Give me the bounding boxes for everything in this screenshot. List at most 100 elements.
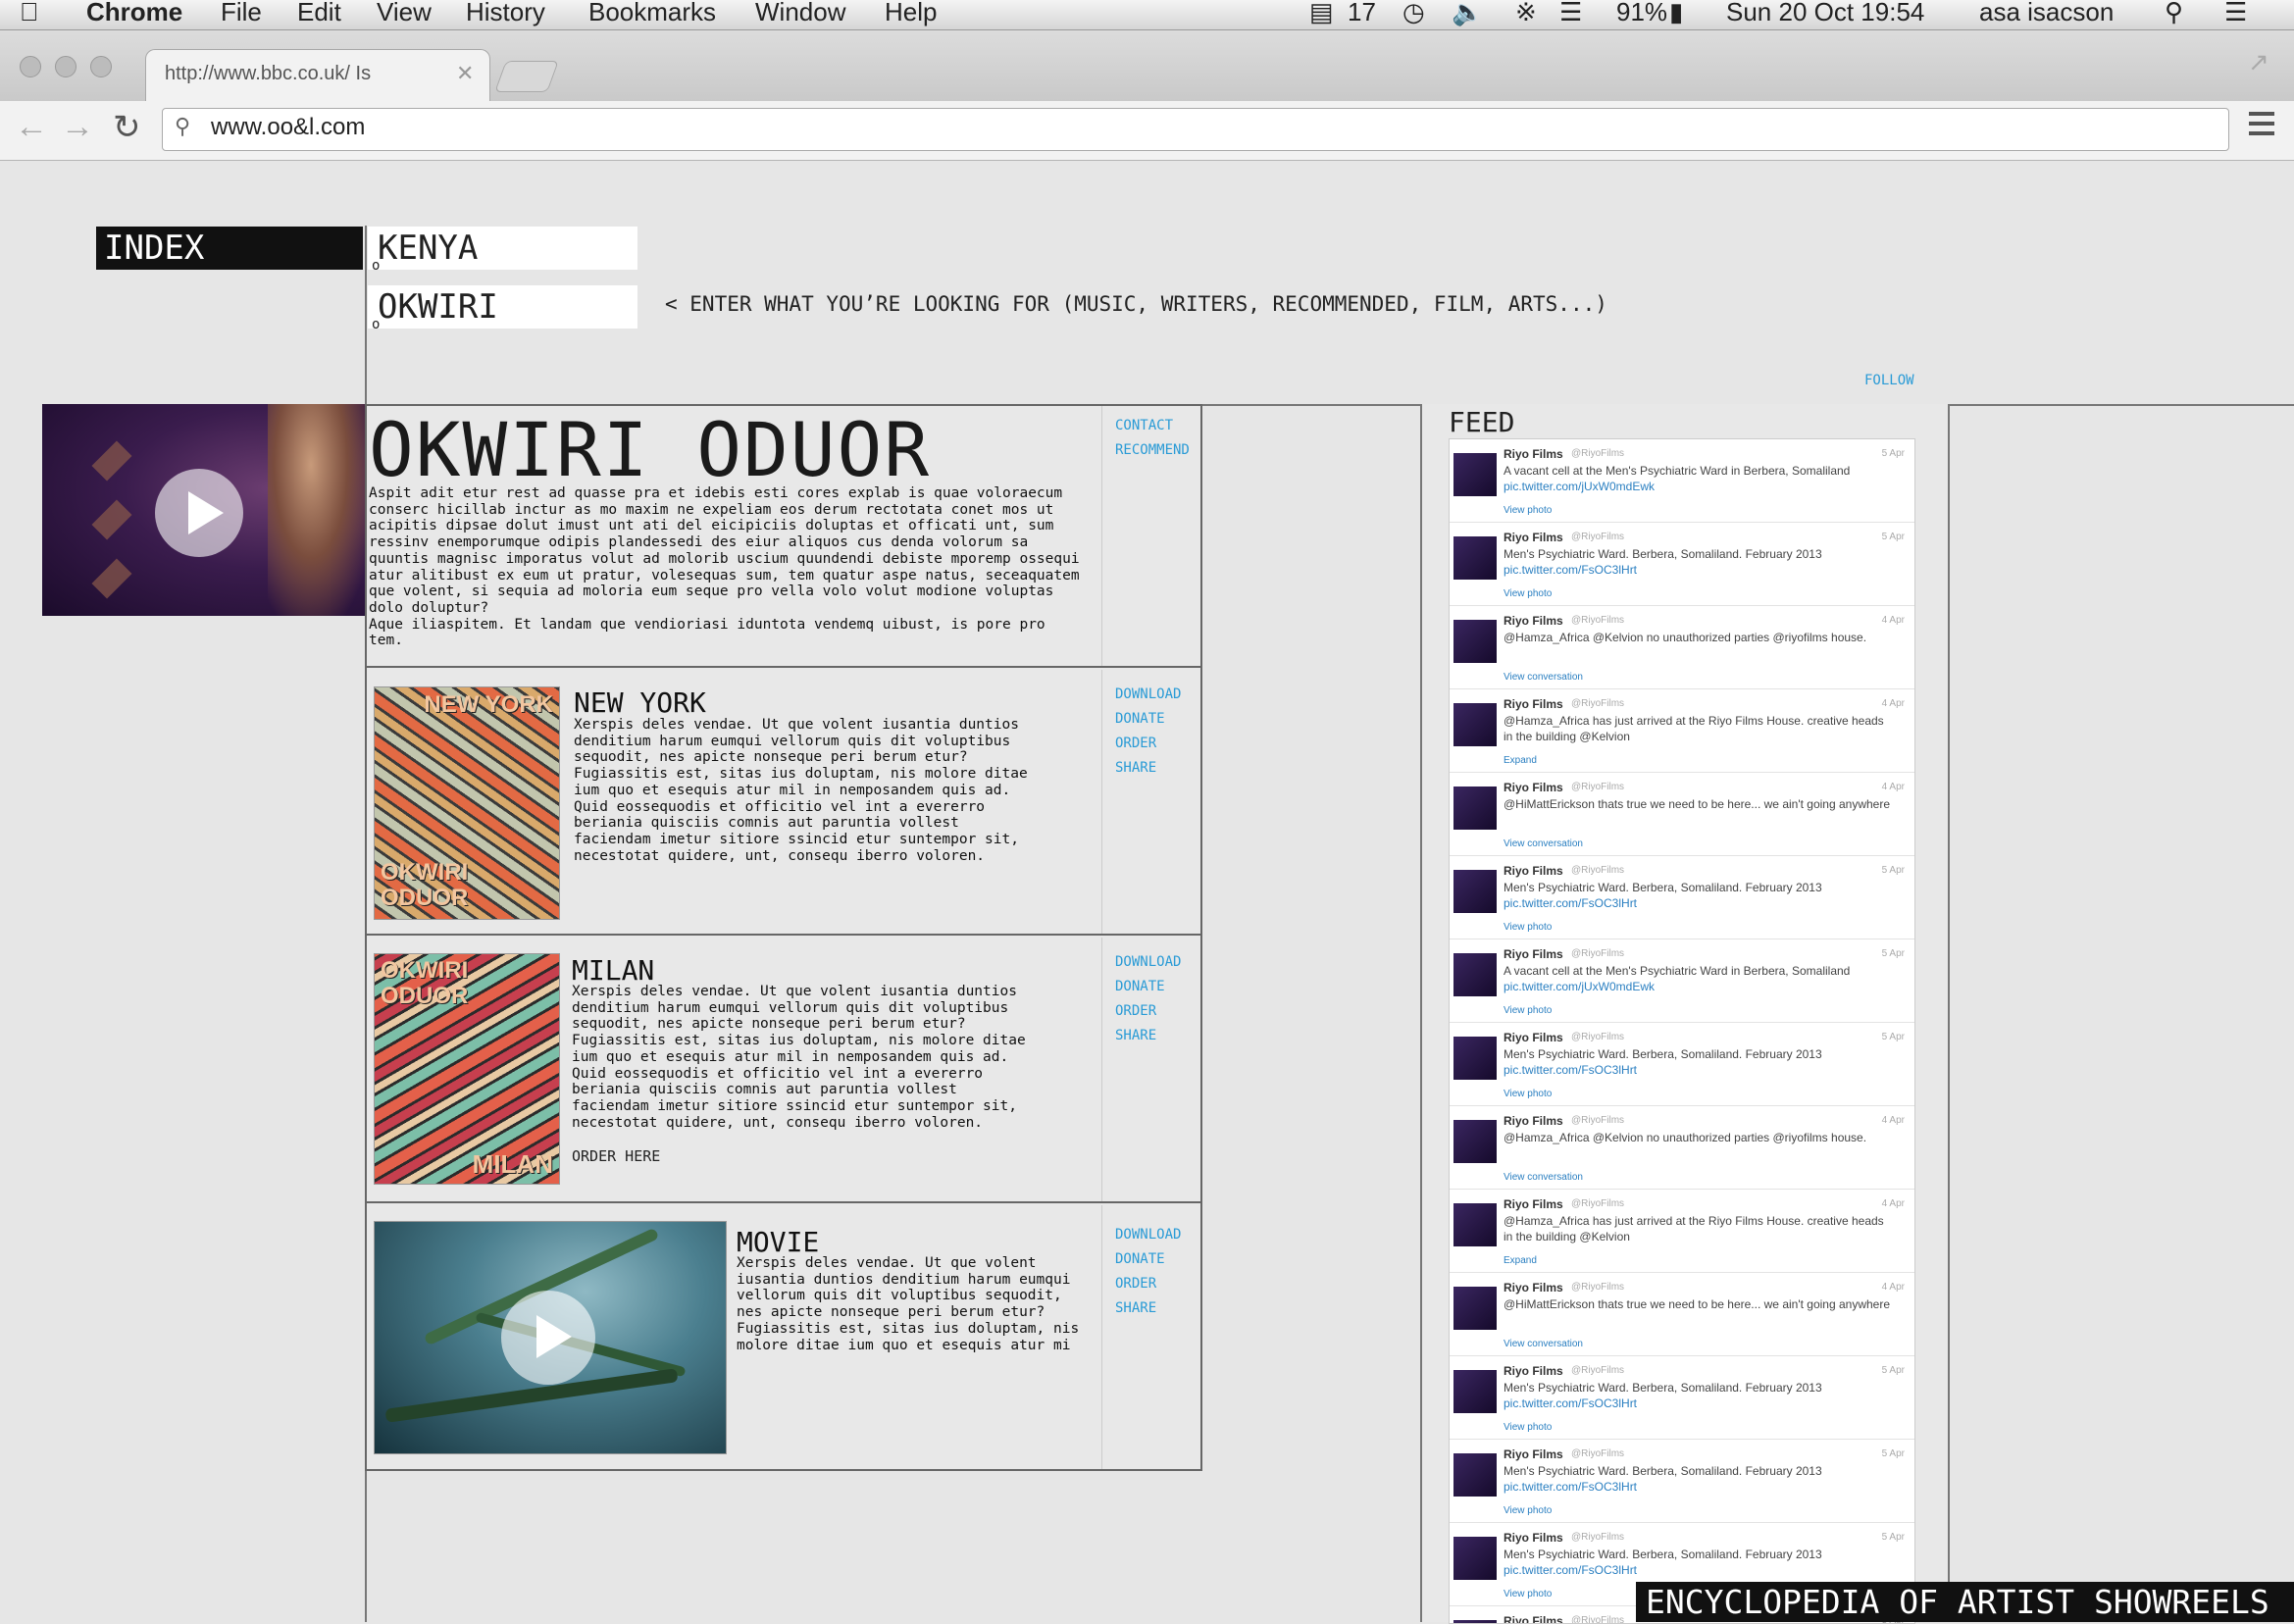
clock[interactable]: Sun 20 Oct 19:54	[1726, 0, 1924, 27]
order-link[interactable]: ORDER	[1115, 999, 1181, 1024]
tweet-date[interactable]: 5 Apr	[1882, 1532, 1905, 1543]
tweet-handle[interactable]: @RiyoFilms	[1571, 782, 1624, 792]
tweet-date[interactable]: 5 Apr	[1882, 448, 1905, 459]
avatar[interactable]	[1453, 870, 1497, 913]
tweet-action[interactable]: View photo	[1504, 505, 1552, 516]
tweet-action[interactable]: View photo	[1504, 1505, 1552, 1516]
tweet[interactable]: Riyo Films @RiyoFilms 5 Apr Men's Psychiatr…	[1450, 1440, 1914, 1523]
tweet-handle[interactable]: @RiyoFilms	[1571, 1615, 1624, 1623]
download-link[interactable]: DOWNLOAD	[1115, 950, 1181, 975]
tweet-handle[interactable]: @RiyoFilms	[1571, 1198, 1624, 1209]
tweet-action[interactable]: View photo	[1504, 1005, 1552, 1016]
tweet-date[interactable]: 4 Apr	[1882, 1282, 1905, 1293]
avatar[interactable]	[1453, 1620, 1497, 1623]
close-window-icon[interactable]	[20, 56, 41, 77]
tweet-author[interactable]: Riyo Films	[1504, 1614, 1563, 1623]
avatar[interactable]	[1453, 1037, 1497, 1080]
tweet-action[interactable]: View photo	[1504, 1422, 1552, 1433]
tweet-author[interactable]: Riyo Films	[1504, 1364, 1563, 1378]
tweet-author[interactable]: Riyo Films	[1504, 864, 1563, 878]
tweet-action[interactable]: View conversation	[1504, 1172, 1583, 1183]
minimize-window-icon[interactable]	[55, 56, 76, 77]
tweet-link[interactable]: pic.twitter.com/FsOC3lHrt	[1504, 896, 1637, 910]
notification-icon[interactable]: ☰	[2224, 0, 2247, 27]
tweet-author[interactable]: Riyo Films	[1504, 1031, 1563, 1044]
tweet-date[interactable]: 5 Apr	[1882, 532, 1905, 542]
bluetooth-icon[interactable]: ※	[1515, 0, 1537, 27]
tweet-link[interactable]: pic.twitter.com/FsOC3lHrt	[1504, 1563, 1637, 1577]
download-link[interactable]: DOWNLOAD	[1115, 1223, 1181, 1247]
tweet-action[interactable]: View photo	[1504, 1589, 1552, 1599]
avatar[interactable]	[1453, 1537, 1497, 1580]
tweet-handle[interactable]: @RiyoFilms	[1571, 615, 1624, 626]
avatar[interactable]	[1453, 953, 1497, 996]
tweet-action[interactable]: View conversation	[1504, 1339, 1583, 1349]
tweet-handle[interactable]: @RiyoFilms	[1571, 948, 1624, 959]
follow-link[interactable]: FOLLOW	[1864, 373, 1914, 388]
wifi-icon[interactable]: ☰	[1559, 0, 1582, 27]
tweet-link[interactable]: pic.twitter.com/FsOC3lHrt	[1504, 563, 1637, 577]
forward-icon[interactable]: →	[61, 108, 94, 146]
twitter-feed[interactable]: Riyo Films @RiyoFilms 5 Apr A vacant cell a…	[1449, 438, 1915, 1624]
spotlight-icon[interactable]: ⚲	[2165, 0, 2183, 27]
menu-help[interactable]: Help	[885, 0, 937, 27]
tweet-author[interactable]: Riyo Films	[1504, 697, 1563, 711]
order-link[interactable]: ORDER	[1115, 1272, 1181, 1296]
avatar[interactable]	[1453, 453, 1497, 496]
tweet-action[interactable]: View photo	[1504, 1089, 1552, 1099]
tweet-date[interactable]: 5 Apr	[1882, 1365, 1905, 1376]
tweet-handle[interactable]: @RiyoFilms	[1571, 1448, 1624, 1459]
menu-view[interactable]: View	[377, 0, 432, 27]
apple-icon[interactable]: 	[20, 0, 39, 27]
menu-chrome[interactable]: Chrome	[86, 0, 182, 27]
tweet-link[interactable]: pic.twitter.com/jUxW0mdEwk	[1504, 480, 1655, 493]
tweet-date[interactable]: 5 Apr	[1882, 948, 1905, 959]
artist-video-thumbnail[interactable]	[42, 404, 365, 616]
back-icon[interactable]: ←	[15, 108, 48, 146]
tweet[interactable]: Riyo Films @RiyoFilms 4 Apr @Hamza_Africa @…	[1450, 606, 1914, 689]
tweet-action[interactable]: Expand	[1504, 1255, 1537, 1266]
tweet-handle[interactable]: @RiyoFilms	[1571, 698, 1624, 709]
tweet-author[interactable]: Riyo Films	[1504, 447, 1563, 461]
donate-link[interactable]: DONATE	[1115, 1247, 1181, 1272]
recommend-link[interactable]: RECOMMEND	[1115, 438, 1190, 463]
tweet-date[interactable]: 5 Apr	[1882, 865, 1905, 876]
menu-edit[interactable]: Edit	[297, 0, 341, 27]
address-bar[interactable]	[162, 108, 2229, 151]
avatar[interactable]	[1453, 1287, 1497, 1330]
tweet-author[interactable]: Riyo Films	[1504, 614, 1563, 628]
search-row-okwiri[interactable]: o OKWIRI	[368, 285, 637, 332]
adobe-icon[interactable]: ▤	[1309, 0, 1334, 27]
avatar[interactable]	[1453, 787, 1497, 830]
tweet-date[interactable]: 4 Apr	[1882, 698, 1905, 709]
volume-icon[interactable]: 🔈	[1452, 0, 1483, 27]
tweet[interactable]: Riyo Films @RiyoFilms 5 Apr A vacant cell a…	[1450, 939, 1914, 1023]
tweet-handle[interactable]: @RiyoFilms	[1571, 1282, 1624, 1293]
tweet-date[interactable]: 4 Apr	[1882, 1115, 1905, 1126]
tweet-date[interactable]: 4 Apr	[1882, 782, 1905, 792]
fullscreen-icon[interactable]: ↗	[2248, 47, 2269, 77]
tweet[interactable]: Riyo Films @RiyoFilms 4 Apr @Hamza_Africa @…	[1450, 1106, 1914, 1190]
tweet[interactable]: Riyo Films @RiyoFilms 4 Apr @Hamza_Africa h…	[1450, 1190, 1914, 1273]
tweet-author[interactable]: Riyo Films	[1504, 1114, 1563, 1128]
tweet-action[interactable]: View conversation	[1504, 672, 1583, 683]
tweet-author[interactable]: Riyo Films	[1504, 781, 1563, 794]
milan-poster[interactable]: OKWIRI ODUOR MILAN	[374, 953, 560, 1185]
tweet-author[interactable]: Riyo Films	[1504, 1447, 1563, 1461]
search-row-kenya[interactable]: o KENYA	[368, 227, 637, 274]
tweet-author[interactable]: Riyo Films	[1504, 947, 1563, 961]
time-machine-icon[interactable]: ◷	[1402, 0, 1425, 27]
tweet-action[interactable]: View photo	[1504, 588, 1552, 599]
user-name[interactable]: asa isacson	[1979, 0, 2114, 27]
tweet-date[interactable]: 4 Apr	[1882, 1198, 1905, 1209]
index-label[interactable]: INDEX	[96, 227, 363, 270]
tweet[interactable]: Riyo Films @RiyoFilms 5 Apr A vacant cell a…	[1450, 439, 1914, 523]
donate-link[interactable]: DONATE	[1115, 707, 1181, 732]
tweet[interactable]: Riyo Films @RiyoFilms 4 Apr @Hamza_Africa h…	[1450, 689, 1914, 773]
new-york-poster[interactable]: NEW YORK OKWIRI ODUOR	[374, 686, 560, 920]
contact-link[interactable]: CONTACT	[1115, 414, 1190, 438]
menu-bookmarks[interactable]: Bookmarks	[588, 0, 716, 27]
tweet-action[interactable]: View photo	[1504, 922, 1552, 933]
download-link[interactable]: DOWNLOAD	[1115, 683, 1181, 707]
menu-history[interactable]: History	[466, 0, 545, 27]
